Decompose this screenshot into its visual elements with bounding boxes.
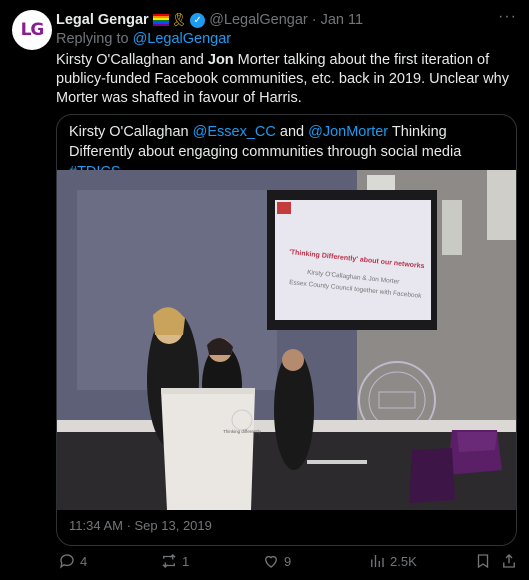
- more-options-icon[interactable]: ···: [498, 8, 517, 26]
- like-count: 9: [284, 553, 292, 569]
- tweet-text: Kirsty O'Callaghan and Jon Morter talkin…: [56, 52, 509, 106]
- mention-jonmorter[interactable]: @JonMorter: [308, 124, 388, 140]
- retweet-count: 1: [182, 553, 190, 569]
- reply-button[interactable]: 4: [58, 552, 87, 570]
- rainbow-flag-icon: [152, 14, 169, 26]
- views-count: 2.5K: [390, 553, 417, 569]
- ribbon-icon: 🎗: [170, 12, 188, 27]
- share-button[interactable]: [500, 552, 518, 570]
- conference-photo[interactable]: 'Thinking Differently' about our network…: [57, 170, 516, 510]
- bookmark-icon: [477, 554, 489, 569]
- replying-to: Replying to @LegalGengar: [56, 31, 232, 47]
- bookmark-button[interactable]: [474, 552, 492, 570]
- verified-badge-icon: ✓: [190, 12, 206, 28]
- retweet-button[interactable]: 1: [160, 552, 189, 570]
- lectern-label: Thinking differently: [223, 429, 261, 434]
- author-name[interactable]: Legal Gengar: [56, 12, 149, 28]
- views-icon: [371, 555, 384, 567]
- separator: ·: [311, 12, 317, 28]
- action-bar: 4 1 9 2.5K: [56, 552, 516, 576]
- retweet-icon: [162, 554, 176, 568]
- share-icon: [503, 554, 515, 568]
- tweet-date[interactable]: Jan 11: [321, 12, 363, 28]
- photo-svg: 'Thinking Differently' about our network…: [57, 170, 516, 510]
- quoted-tweet[interactable]: Kirsty O'Callaghan @Essex_CC and @JonMor…: [56, 114, 517, 546]
- avatar[interactable]: LG: [12, 10, 52, 50]
- like-button[interactable]: 9: [262, 552, 291, 570]
- tweet-header: Legal Gengar 🎗 ✓ @LegalGengar · Jan 11: [56, 10, 529, 30]
- quoted-timestamp[interactable]: 11:34 AM · Sep 13, 2019: [69, 518, 212, 533]
- author-handle[interactable]: @LegalGengar: [209, 12, 308, 28]
- reply-count: 4: [80, 553, 88, 569]
- views-button[interactable]: 2.5K: [368, 552, 417, 570]
- reply-to-link[interactable]: @LegalGengar: [133, 31, 232, 47]
- mention-essex[interactable]: @Essex_CC: [193, 124, 276, 140]
- heart-icon: [265, 555, 277, 568]
- reply-icon: [59, 554, 74, 569]
